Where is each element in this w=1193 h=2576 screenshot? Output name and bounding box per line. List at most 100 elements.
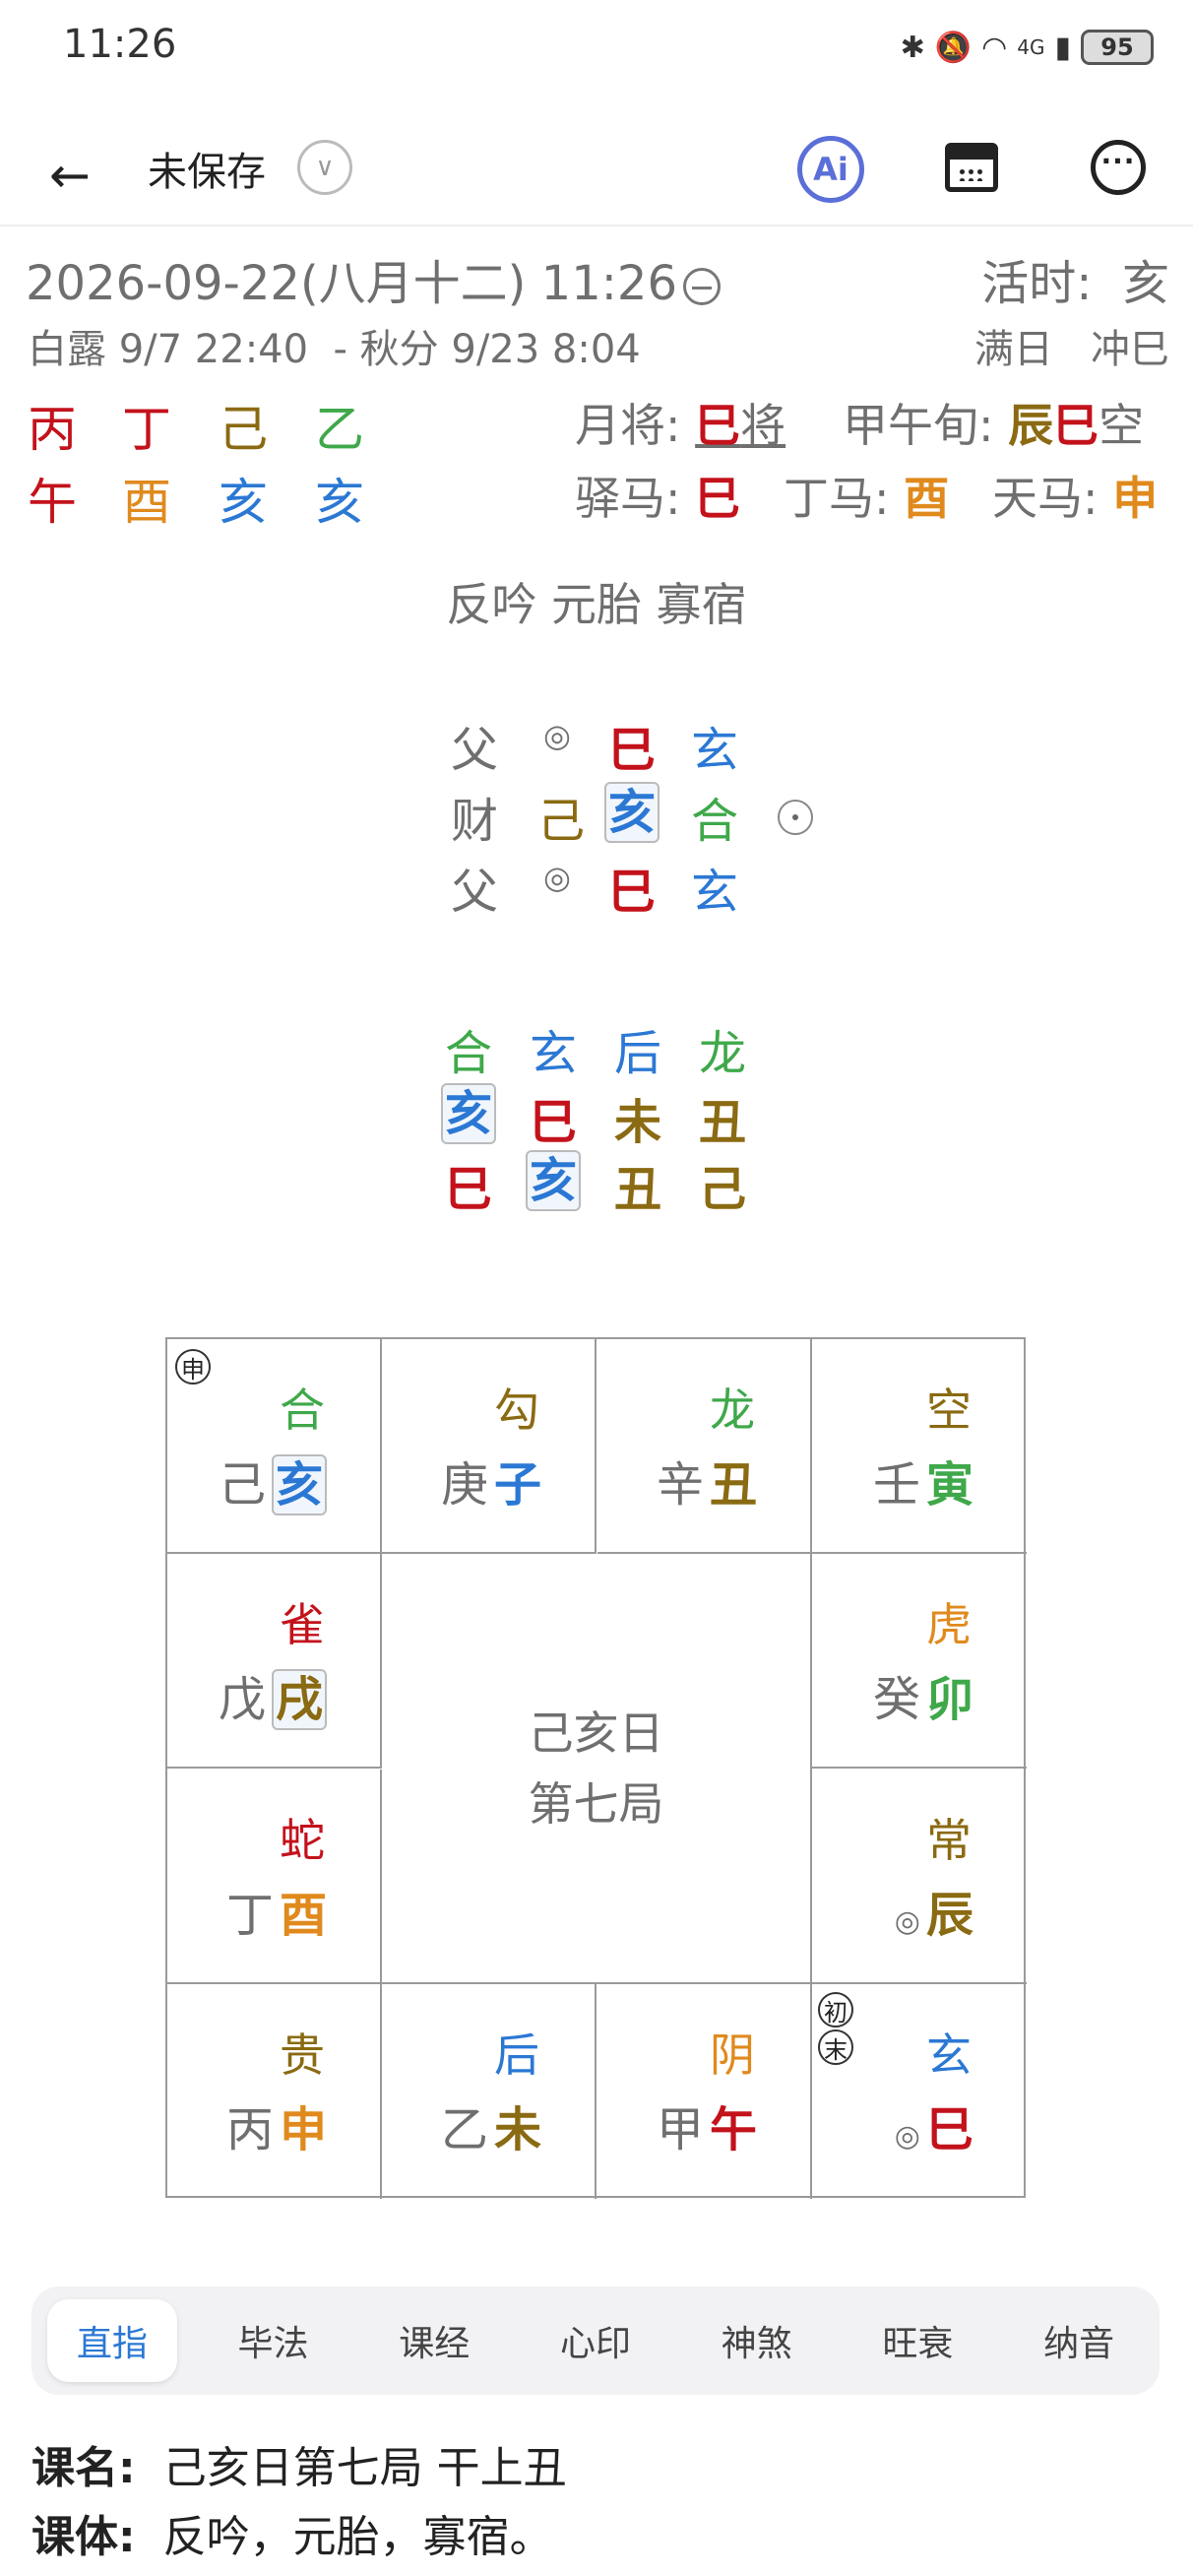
lesson-god: 玄 <box>530 1026 578 1081</box>
heaven-plate-grid: 申 合 己亥 勾 庚子 龙 辛丑 空 壬寅 雀 戊戌 虎 癸卯 己亥日 第七局 … <box>165 1337 1027 2199</box>
xun-void-2: 巳 <box>1053 399 1099 452</box>
tab-zhizhi[interactable]: 直指 <box>46 2299 177 2382</box>
plate-cell-mao[interactable]: 虎 癸卯 <box>812 1554 1027 1769</box>
date-text: 2026-09-22(八月十二) 11:26 <box>26 256 677 311</box>
plate-branch: 午 <box>709 2102 757 2157</box>
ding-horse: 丁马: 酉 <box>784 463 949 528</box>
calendar-icon[interactable] <box>945 143 998 192</box>
hour-stem: 乙 <box>315 401 364 458</box>
plate-pair: 癸卯 <box>873 1660 973 1729</box>
page-title: 未保存 <box>148 150 266 195</box>
lesson-lower: 巳 <box>445 1162 493 1217</box>
plate-branch: 亥 <box>271 1454 327 1515</box>
tab-bar: 直指 毕法 课经 心印 神煞 旺衰 纳音 <box>31 2286 1160 2395</box>
post-horse: 驿马: 巳 <box>575 463 740 528</box>
plate-branch: 卯 <box>925 1672 973 1727</box>
plate-pair: 壬寅 <box>873 1446 973 1514</box>
plate-cell-chou[interactable]: 龙 辛丑 <box>597 1339 812 1554</box>
xun-label: 甲午旬: <box>843 399 994 452</box>
month-general-label: 月将: <box>575 399 681 452</box>
signal-icon: ▮ <box>1054 30 1071 65</box>
active-hour-label: 活时: <box>981 256 1093 311</box>
tab-kejing[interactable]: 课经 <box>369 2299 499 2382</box>
transmission-stem: ◎ <box>543 717 571 754</box>
center-day: 己亥日 <box>528 1706 664 1760</box>
plate-stem: ◎ <box>894 2119 920 2154</box>
lesson-upper: 亥 <box>441 1083 497 1144</box>
plate-cell-chen[interactable]: 常 ◎ 辰 <box>812 1770 1027 1984</box>
tab-nayin[interactable]: 纳音 <box>1014 2299 1144 2382</box>
wifi-icon: ◠ <box>981 30 1008 65</box>
plate-stem: 丙 <box>225 2102 274 2157</box>
plate-cell-wu[interactable]: 阴 甲午 <box>597 1984 812 2199</box>
plate-cell-xu[interactable]: 雀 戊戌 <box>167 1554 382 1769</box>
tab-shensha[interactable]: 神煞 <box>692 2299 822 2382</box>
transmission-relation: 父 <box>451 865 499 920</box>
status-icons: ✱ 🔕 ◠ 4G ▮ 95 <box>901 24 1154 71</box>
tab-xinyin[interactable]: 心印 <box>531 2299 660 2382</box>
transmission-relation: 父 <box>451 723 499 778</box>
lesson-upper: 未 <box>614 1095 662 1150</box>
plate-god: 合 <box>280 1384 325 1437</box>
plate-cell-you[interactable]: 蛇 丁酉 <box>167 1770 382 1984</box>
term-separator: - <box>333 327 347 372</box>
plate-cell-hai[interactable]: 申 合 己亥 <box>167 1339 382 1554</box>
plate-pair: 甲午 <box>657 2091 757 2159</box>
plate-cell-yin[interactable]: 空 壬寅 <box>812 1339 1027 1554</box>
lesson-lower: 丑 <box>614 1162 662 1217</box>
plate-god: 勾 <box>494 1384 539 1437</box>
plate-god: 玄 <box>926 2029 972 2082</box>
target-dot-icon <box>778 792 813 847</box>
plate-god: 虎 <box>926 1598 972 1651</box>
plate-god: 雀 <box>280 1598 325 1651</box>
mo-badge-icon: 末 <box>818 2029 853 2065</box>
plate-cell-wei[interactable]: 后 乙未 <box>382 1984 596 2199</box>
plate-cell-shen[interactable]: 贵 丙申 <box>167 1984 382 2199</box>
plate-branch: 未 <box>493 2102 541 2157</box>
ding-horse-value: 酉 <box>904 472 950 525</box>
hour-branch: 亥 <box>315 474 364 531</box>
tab-bifa[interactable]: 毕法 <box>209 2299 339 2382</box>
transmission-stem: ◎ <box>543 859 571 896</box>
plate-pair: 辛丑 <box>657 1446 757 1514</box>
plate-stem: 壬 <box>872 1457 920 1513</box>
plate-pair: 丙申 <box>226 2091 327 2159</box>
lesson-upper: 巳 <box>530 1095 578 1150</box>
plate-cell-si[interactable]: 初 末 玄 ◎ 巳 <box>812 1984 1027 2199</box>
sky-horse-label: 天马: <box>992 472 1099 525</box>
transmission-god: 玄 <box>691 723 739 778</box>
active-hour-value: 亥 <box>1121 256 1169 311</box>
plate-stem: 甲 <box>656 2102 704 2157</box>
plate-god: 空 <box>926 1384 972 1437</box>
day-stem: 己 <box>219 401 268 458</box>
transmission-god: 玄 <box>691 865 739 920</box>
lesson-upper: 丑 <box>699 1095 747 1150</box>
tab-wangshuai[interactable]: 旺衰 <box>852 2299 982 2382</box>
day-info: 满日 冲巳 <box>974 317 1169 374</box>
plate-cell-zi[interactable]: 勾 庚子 <box>382 1339 596 1554</box>
term-end: 秋分 9/23 8:04 <box>359 327 641 372</box>
battery-icon: 95 <box>1081 30 1154 65</box>
mute-icon: 🔕 <box>934 30 973 65</box>
transmission-relation: 财 <box>451 794 499 849</box>
lesson-name-line: 课名: 己亥日第七局 干上丑 <box>31 2432 567 2495</box>
month-general[interactable]: 月将: 巳将 <box>575 390 785 455</box>
plate-pair: ◎ 巳 <box>895 2091 973 2159</box>
plate-branch: 酉 <box>279 1888 327 1943</box>
date-line[interactable]: 2026-09-22(八月十二) 11:26 <box>26 244 721 313</box>
ai-icon[interactable]: Ai <box>797 136 864 203</box>
back-arrow-icon[interactable]: ← <box>49 146 108 205</box>
plate-pair: 戊戌 <box>219 1660 327 1730</box>
ding-horse-label: 丁马: <box>784 472 890 525</box>
active-hour: 活时: 亥 <box>981 244 1169 313</box>
xun-suffix: 空 <box>1099 399 1145 452</box>
more-options-icon[interactable]: ··· <box>1091 140 1146 195</box>
plate-branch: 巳 <box>925 2102 973 2157</box>
lesson-god: 后 <box>614 1026 662 1081</box>
plate-stem: 戊 <box>218 1672 266 1727</box>
bluetooth-icon: ✱ <box>900 30 925 65</box>
xun-void: 甲午旬: 辰巳空 <box>843 390 1144 455</box>
transmission-god: 合 <box>691 794 739 849</box>
status-time: 11:26 <box>63 22 177 67</box>
chevron-down-icon[interactable]: ∨ <box>297 140 352 195</box>
